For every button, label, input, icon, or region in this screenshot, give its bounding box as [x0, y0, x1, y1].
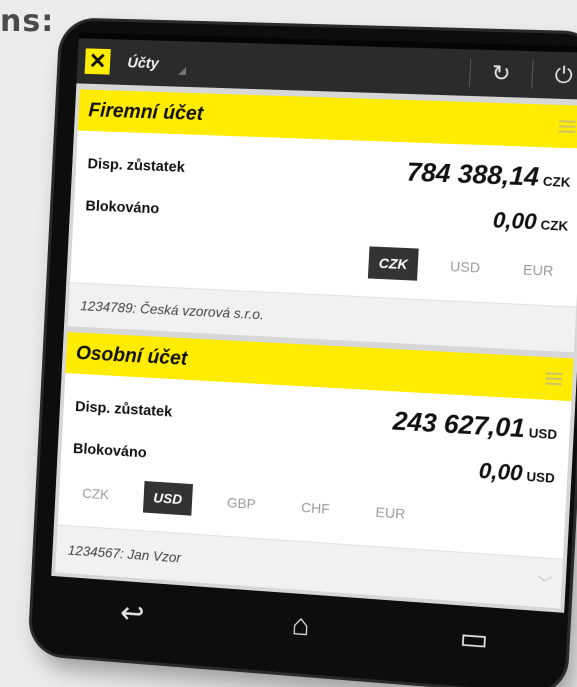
- account-owner: 1234789: Česká vzorová s.r.o.: [79, 297, 265, 323]
- raiffeisen-logo-icon[interactable]: ✕: [84, 48, 111, 75]
- balance-currency: CZK: [542, 173, 571, 190]
- app-title[interactable]: Účty: [127, 54, 159, 72]
- balance-currency: USD: [528, 425, 558, 443]
- currency-tab-usd[interactable]: USD: [142, 481, 193, 516]
- blocked-label: Blokováno: [85, 197, 160, 218]
- phone-frame: ✕ Účty ↻ ⏻ Firemní účet Disp. zůstatek 7…: [30, 20, 577, 687]
- blocked-currency: CZK: [540, 217, 569, 234]
- dropdown-corner-icon: [177, 66, 186, 75]
- balance-amount: 784 388,14: [405, 156, 540, 192]
- blocked-amount: 0,00: [478, 457, 524, 486]
- phone-screen: ✕ Účty ↻ ⏻ Firemní účet Disp. zůstatek 7…: [51, 32, 577, 613]
- account-owner: 1234567: Jan Vzor: [67, 541, 182, 566]
- recents-icon[interactable]: ▭: [443, 619, 506, 659]
- account-title: Osobní účet: [75, 341, 188, 370]
- account-card: Firemní účet Disp. zůstatek 784 388,14 CZ…: [67, 89, 577, 353]
- balance-label: Disp. zůstatek: [87, 155, 186, 176]
- currency-tab-usd[interactable]: USD: [439, 250, 491, 285]
- blocked-amount: 0,00: [492, 207, 538, 235]
- currency-tab-czk[interactable]: CZK: [367, 246, 419, 281]
- currency-tab-czk[interactable]: CZK: [72, 477, 120, 511]
- blocked-currency: USD: [526, 468, 556, 486]
- chevron-down-icon[interactable]: ﹀: [534, 572, 549, 593]
- menu-icon[interactable]: [545, 372, 563, 386]
- account-title: Firemní účet: [87, 99, 204, 125]
- currency-tab-eur[interactable]: EUR: [512, 253, 565, 288]
- corner-heading: ns:: [0, 4, 55, 39]
- currency-tab-eur[interactable]: EUR: [365, 495, 416, 530]
- power-icon[interactable]: ⏻: [542, 62, 577, 90]
- currency-tab-chf[interactable]: CHF: [290, 490, 340, 525]
- refresh-icon[interactable]: ↻: [480, 60, 522, 88]
- currency-tab-gbp[interactable]: GBP: [216, 486, 266, 521]
- balance-amount: 243 627,01: [392, 405, 526, 444]
- divider: [531, 60, 534, 89]
- home-icon[interactable]: ⌂: [270, 607, 331, 645]
- divider: [468, 58, 472, 87]
- back-icon[interactable]: ↩: [103, 594, 163, 633]
- menu-icon[interactable]: [558, 120, 576, 133]
- balance-label: Disp. zůstatek: [74, 398, 173, 421]
- account-card: Osobní účet Disp. zůstatek 243 627,01 USD…: [55, 332, 574, 609]
- blocked-label: Blokováno: [72, 440, 148, 462]
